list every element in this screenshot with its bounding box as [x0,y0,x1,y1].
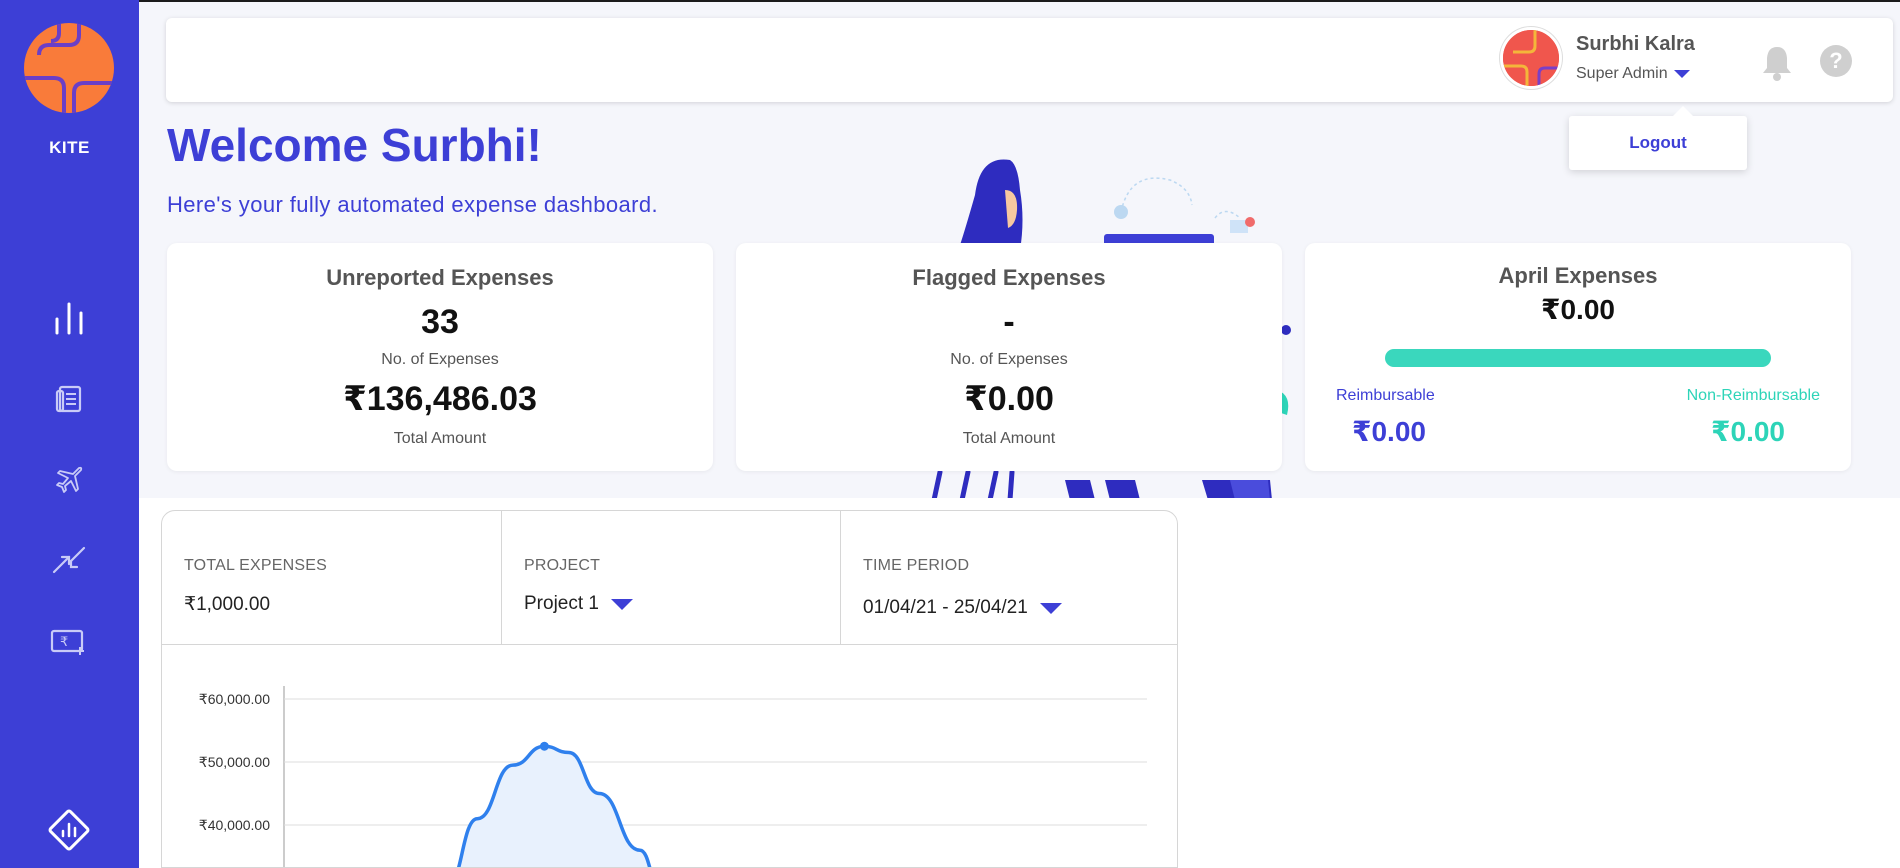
welcome-subtitle: Here's your fully automated expense dash… [167,192,658,217]
y-tick-label: ₹60,000.00 [199,691,270,707]
total-amount-label: Total Amount [962,430,1056,447]
help-icon[interactable]: ? [1820,45,1852,77]
sidebar: KITE ₹ [0,0,139,868]
notification-bell-icon[interactable] [1760,44,1794,87]
project-value: Project 1 [524,593,599,614]
total-amount-label: Total Amount [393,430,487,447]
kite-logo[interactable] [24,23,114,113]
non-reimbursable-amount: ₹0.00 [1711,416,1785,447]
add-cash-icon[interactable]: ₹ [49,622,89,662]
peak-point [539,741,549,751]
expense-count: - [1003,303,1015,341]
user-name: Surbhi Kalra [1576,33,1695,55]
flagged-expenses-card[interactable]: Flagged Expenses - No. of Expenses ₹0.00… [736,243,1282,471]
total-expenses-filter: TOTAL EXPENSES ₹1,000.00 [162,511,501,645]
window-top-border [0,0,1900,2]
transfer-arrows-icon[interactable] [49,540,89,580]
chart-filters: TOTAL EXPENSES ₹1,000.00 PROJECT Project… [162,511,1177,645]
chevron-down-icon[interactable] [610,598,633,610]
card-title: Flagged Expenses [912,265,1106,290]
unreported-expenses-card[interactable]: Unreported Expenses 33 No. of Expenses ₹… [167,243,713,471]
expense-count: 33 [421,303,459,341]
card-title: Unreported Expenses [326,265,554,290]
airplane-icon[interactable] [49,460,89,500]
logout-button[interactable]: Logout [1569,106,1747,170]
top-header [166,18,1893,102]
chevron-down-icon[interactable] [1673,70,1690,78]
user-role-dropdown[interactable]: Super Admin [1576,65,1690,83]
expenses-area-chart: ₹60,000.00 ₹50,000.00 ₹40,000.00 [199,686,1147,867]
time-period-label: TIME PERIOD [863,557,970,574]
receipt-icon[interactable] [49,379,89,419]
logo-diamond-icon[interactable] [45,806,93,854]
chevron-down-icon[interactable] [1039,602,1062,614]
brand-name: KITE [49,138,90,157]
project-filter[interactable]: PROJECT Project 1 [501,511,840,645]
expense-count-label: No. of Expenses [381,351,499,368]
project-label: PROJECT [524,557,601,574]
april-total-amount: ₹0.00 [1541,294,1615,325]
total-amount: ₹0.00 [964,380,1054,418]
total-expenses-value: ₹1,000.00 [184,594,271,615]
welcome-title: Welcome Surbhi! [167,119,542,171]
y-tick-label: ₹50,000.00 [199,754,270,770]
reimbursable-label: Reimbursable [1336,387,1435,404]
time-period-select[interactable]: 01/04/21 - 25/04/21 [863,597,1062,619]
user-role-label: Super Admin [1576,65,1668,82]
bar-chart-icon[interactable] [49,298,89,338]
series-area-fill [458,746,650,867]
total-amount: ₹136,486.03 [343,380,537,418]
project-select[interactable]: Project 1 [524,593,633,615]
total-expenses-label: TOTAL EXPENSES [184,557,327,574]
expense-count-label: No. of Expenses [950,351,1068,368]
april-expenses-card[interactable]: April Expenses ₹0.00 Reimbursable Non-Re… [1305,243,1851,471]
time-period-filter[interactable]: TIME PERIOD 01/04/21 - 25/04/21 [840,511,1177,645]
time-period-value: 01/04/21 - 25/04/21 [863,597,1028,618]
card-title: April Expenses [1498,263,1658,288]
non-reimbursable-label: Non-Reimbursable [1686,387,1820,404]
svg-text:₹: ₹ [60,635,68,650]
reimbursable-amount: ₹0.00 [1352,416,1426,447]
y-tick-label: ₹40,000.00 [199,817,270,833]
expenses-chart: ₹60,000.00 ₹50,000.00 ₹40,000.00 [162,646,1177,867]
expenses-chart-panel: TOTAL EXPENSES ₹1,000.00 PROJECT Project… [161,510,1178,868]
user-avatar[interactable] [1500,27,1562,89]
reimbursement-progress-bar [1385,349,1771,367]
